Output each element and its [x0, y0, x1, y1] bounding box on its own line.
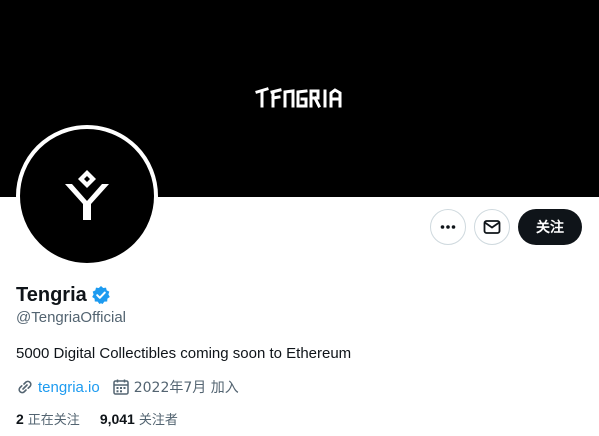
- website-item: tengria.io: [16, 378, 100, 396]
- bio-text: 5000 Digital Collectibles coming soon to…: [16, 345, 352, 362]
- calendar-icon: [112, 379, 129, 395]
- name-row: Tengria: [16, 282, 111, 308]
- tengria-wordmark: [254, 87, 341, 109]
- profile-meta: tengria.io 2022年7月 加入: [16, 377, 239, 397]
- following-stat[interactable]: 2 正在关注: [16, 409, 80, 428]
- followers-label: 关注者: [138, 412, 178, 428]
- link-icon: [18, 380, 32, 394]
- display-name: Tengria: [16, 284, 87, 306]
- stats-row: 2 正在关注 9,041 关注者: [16, 408, 178, 428]
- avatar[interactable]: [16, 125, 158, 267]
- following-label: 正在关注: [27, 412, 80, 428]
- verified-badge-icon[interactable]: [91, 285, 111, 305]
- user-handle: @TengriaOfficial: [16, 309, 126, 326]
- joined-date: 2022年7月 加入: [133, 380, 239, 396]
- tengria-logo-icon: [65, 170, 109, 220]
- following-count: 2: [16, 410, 24, 427]
- followers-count: 9,041: [99, 410, 135, 427]
- banner-logo: [0, 86, 599, 112]
- website-link[interactable]: tengria.io: [38, 379, 100, 396]
- envelope-icon: [483, 220, 501, 234]
- message-button[interactable]: [474, 209, 510, 245]
- followers-stat[interactable]: 9,041 关注者: [100, 409, 178, 428]
- more-icon: [440, 225, 456, 229]
- joined-item: 2022年7月 加入: [112, 377, 239, 397]
- more-button[interactable]: [430, 209, 466, 245]
- follow-button[interactable]: 关注: [518, 209, 582, 245]
